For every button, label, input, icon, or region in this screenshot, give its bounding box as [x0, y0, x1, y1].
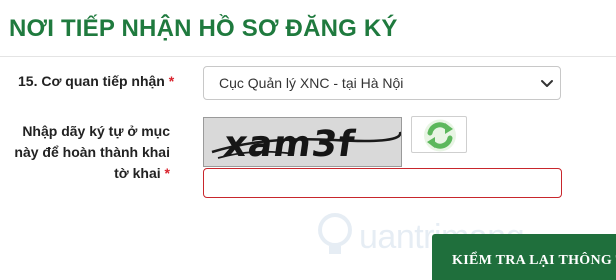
lightbulb-icon — [318, 213, 352, 254]
captcha-label: Nhập dãy ký tự ở mục này để hoàn thành k… — [0, 121, 170, 184]
required-mark: * — [168, 73, 175, 89]
captcha-image: xam3f — [203, 117, 402, 167]
agency-label-text: 15. Cơ quan tiếp nhận — [18, 73, 165, 89]
captcha-label-line1: Nhập dãy ký tự ở mục — [22, 123, 170, 139]
refresh-icon — [424, 119, 456, 152]
agency-select[interactable]: Cục Quản lý XNC - tại Hà Nội — [203, 66, 561, 100]
captcha-label-line2: này để hoàn thành khai — [14, 144, 170, 160]
captcha-label-line3-text: tờ khai — [114, 165, 161, 181]
check-again-button[interactable]: KIỂM TRA LẠI THÔNG T — [432, 234, 616, 280]
captcha-text: xam3f — [221, 124, 358, 165]
captcha-label-line3: tờ khai * — [0, 163, 170, 184]
agency-label: 15. Cơ quan tiếp nhận * — [18, 73, 174, 89]
captcha-input[interactable] — [203, 168, 562, 198]
chevron-down-icon — [541, 80, 553, 87]
refresh-captcha-button[interactable] — [411, 116, 467, 153]
required-mark: * — [164, 165, 170, 181]
title-divider — [0, 56, 616, 57]
section-title: NƠI TIẾP NHẬN HỒ SƠ ĐĂNG KÝ — [9, 15, 398, 42]
agency-select-value: Cục Quản lý XNC - tại Hà Nội — [219, 75, 404, 91]
